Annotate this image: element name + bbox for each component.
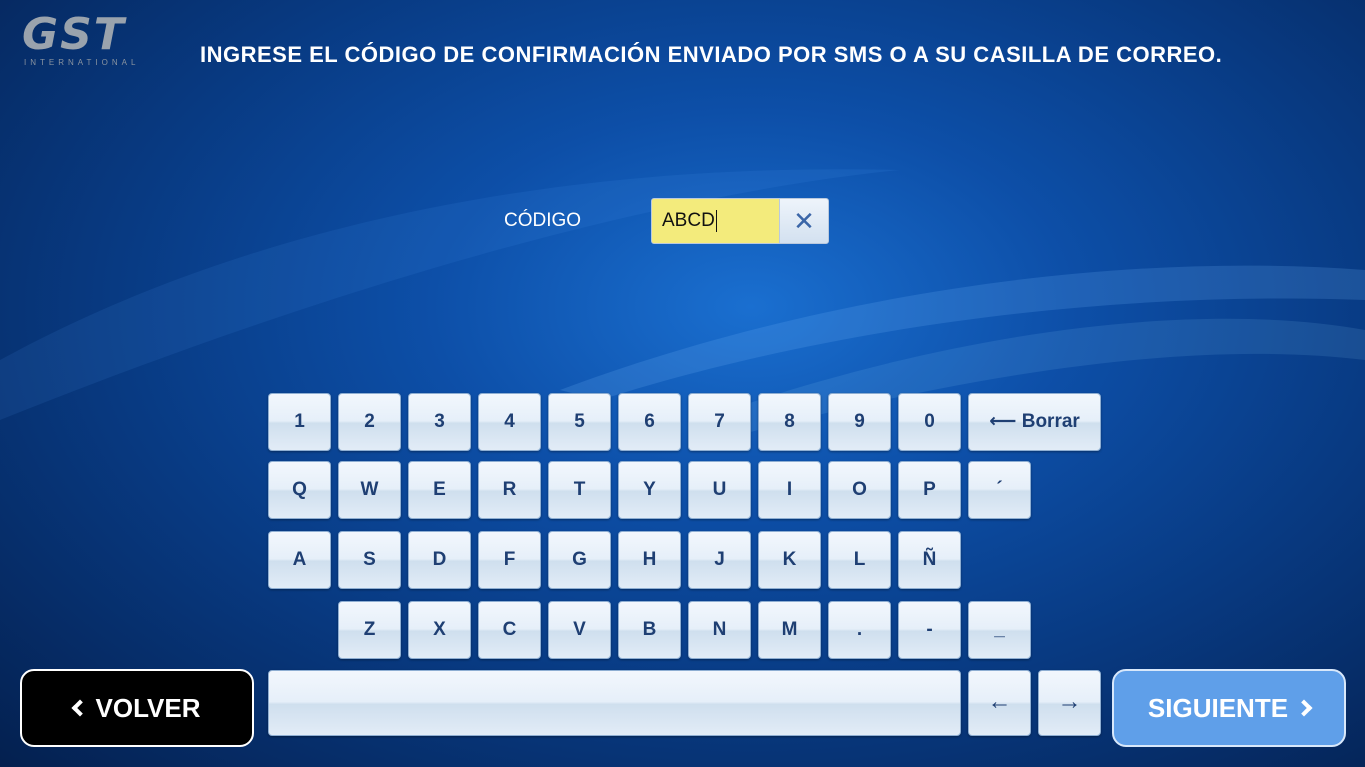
key-enye[interactable]: Ñ <box>898 531 961 589</box>
clear-input-button[interactable]: ✕ <box>779 198 829 244</box>
key-p[interactable]: P <box>898 461 961 519</box>
key-v[interactable]: V <box>548 601 611 659</box>
key-9[interactable]: 9 <box>828 393 891 451</box>
cursor-left-key[interactable]: ← <box>968 670 1031 736</box>
gst-logo: GST INTERNATIONAL <box>22 12 140 70</box>
space-key[interactable] <box>268 670 961 736</box>
code-input[interactable]: ABCD <box>651 198 780 244</box>
arrow-left-icon: ← <box>987 688 1012 715</box>
key-i[interactable]: I <box>758 461 821 519</box>
page-title: INGRESE EL CÓDIGO DE CONFIRMACIÓN ENVIAD… <box>200 42 1223 67</box>
arrow-right-icon: → <box>1057 688 1082 715</box>
key-j[interactable]: J <box>688 531 751 589</box>
key-g[interactable]: G <box>548 531 611 589</box>
key-underscore[interactable]: _ <box>968 601 1031 659</box>
text-caret <box>715 209 717 232</box>
key-t[interactable]: T <box>548 461 611 519</box>
key-0[interactable]: 0 <box>898 393 961 451</box>
chevron-right-icon <box>1295 699 1313 717</box>
backspace-key[interactable]: ⟵ Borrar <box>968 393 1101 451</box>
code-input-value: ABCD <box>662 210 715 231</box>
key-4[interactable]: 4 <box>478 393 541 451</box>
key-x[interactable]: X <box>408 601 471 659</box>
key-d[interactable]: D <box>408 531 471 589</box>
code-label: CÓDIGO <box>504 210 582 231</box>
key-u[interactable]: U <box>688 461 751 519</box>
next-button-label: SIGUIENTE <box>1147 693 1289 723</box>
next-button[interactable]: SIGUIENTE <box>1112 669 1346 747</box>
key-k[interactable]: K <box>758 531 821 589</box>
logo-main-text: GST <box>22 9 126 60</box>
logo-sub-text: INTERNATIONAL <box>24 58 140 67</box>
key-acute-accent[interactable]: ´ <box>968 461 1031 519</box>
background-swoosh <box>0 169 1365 440</box>
key-period[interactable]: . <box>828 601 891 659</box>
key-r[interactable]: R <box>478 461 541 519</box>
key-z[interactable]: Z <box>338 601 401 659</box>
key-a[interactable]: A <box>268 531 331 589</box>
key-6[interactable]: 6 <box>618 393 681 451</box>
key-b[interactable]: B <box>618 601 681 659</box>
key-hyphen[interactable]: - <box>898 601 961 659</box>
key-5[interactable]: 5 <box>548 393 611 451</box>
key-3[interactable]: 3 <box>408 393 471 451</box>
key-o[interactable]: O <box>828 461 891 519</box>
key-l[interactable]: L <box>828 531 891 589</box>
key-w[interactable]: W <box>338 461 401 519</box>
key-s[interactable]: S <box>338 531 401 589</box>
key-n[interactable]: N <box>688 601 751 659</box>
cursor-right-key[interactable]: → <box>1038 670 1101 736</box>
key-e[interactable]: E <box>408 461 471 519</box>
key-q[interactable]: Q <box>268 461 331 519</box>
key-f[interactable]: F <box>478 531 541 589</box>
back-button-label: VOLVER <box>95 693 201 723</box>
key-c[interactable]: C <box>478 601 541 659</box>
key-8[interactable]: 8 <box>758 393 821 451</box>
key-1[interactable]: 1 <box>268 393 331 451</box>
key-y[interactable]: Y <box>618 461 681 519</box>
key-m[interactable]: M <box>758 601 821 659</box>
back-button[interactable]: VOLVER <box>20 669 254 747</box>
close-icon: ✕ <box>793 206 815 236</box>
key-7[interactable]: 7 <box>688 393 751 451</box>
chevron-left-icon <box>71 699 88 717</box>
key-2[interactable]: 2 <box>338 393 401 451</box>
key-h[interactable]: H <box>618 531 681 589</box>
